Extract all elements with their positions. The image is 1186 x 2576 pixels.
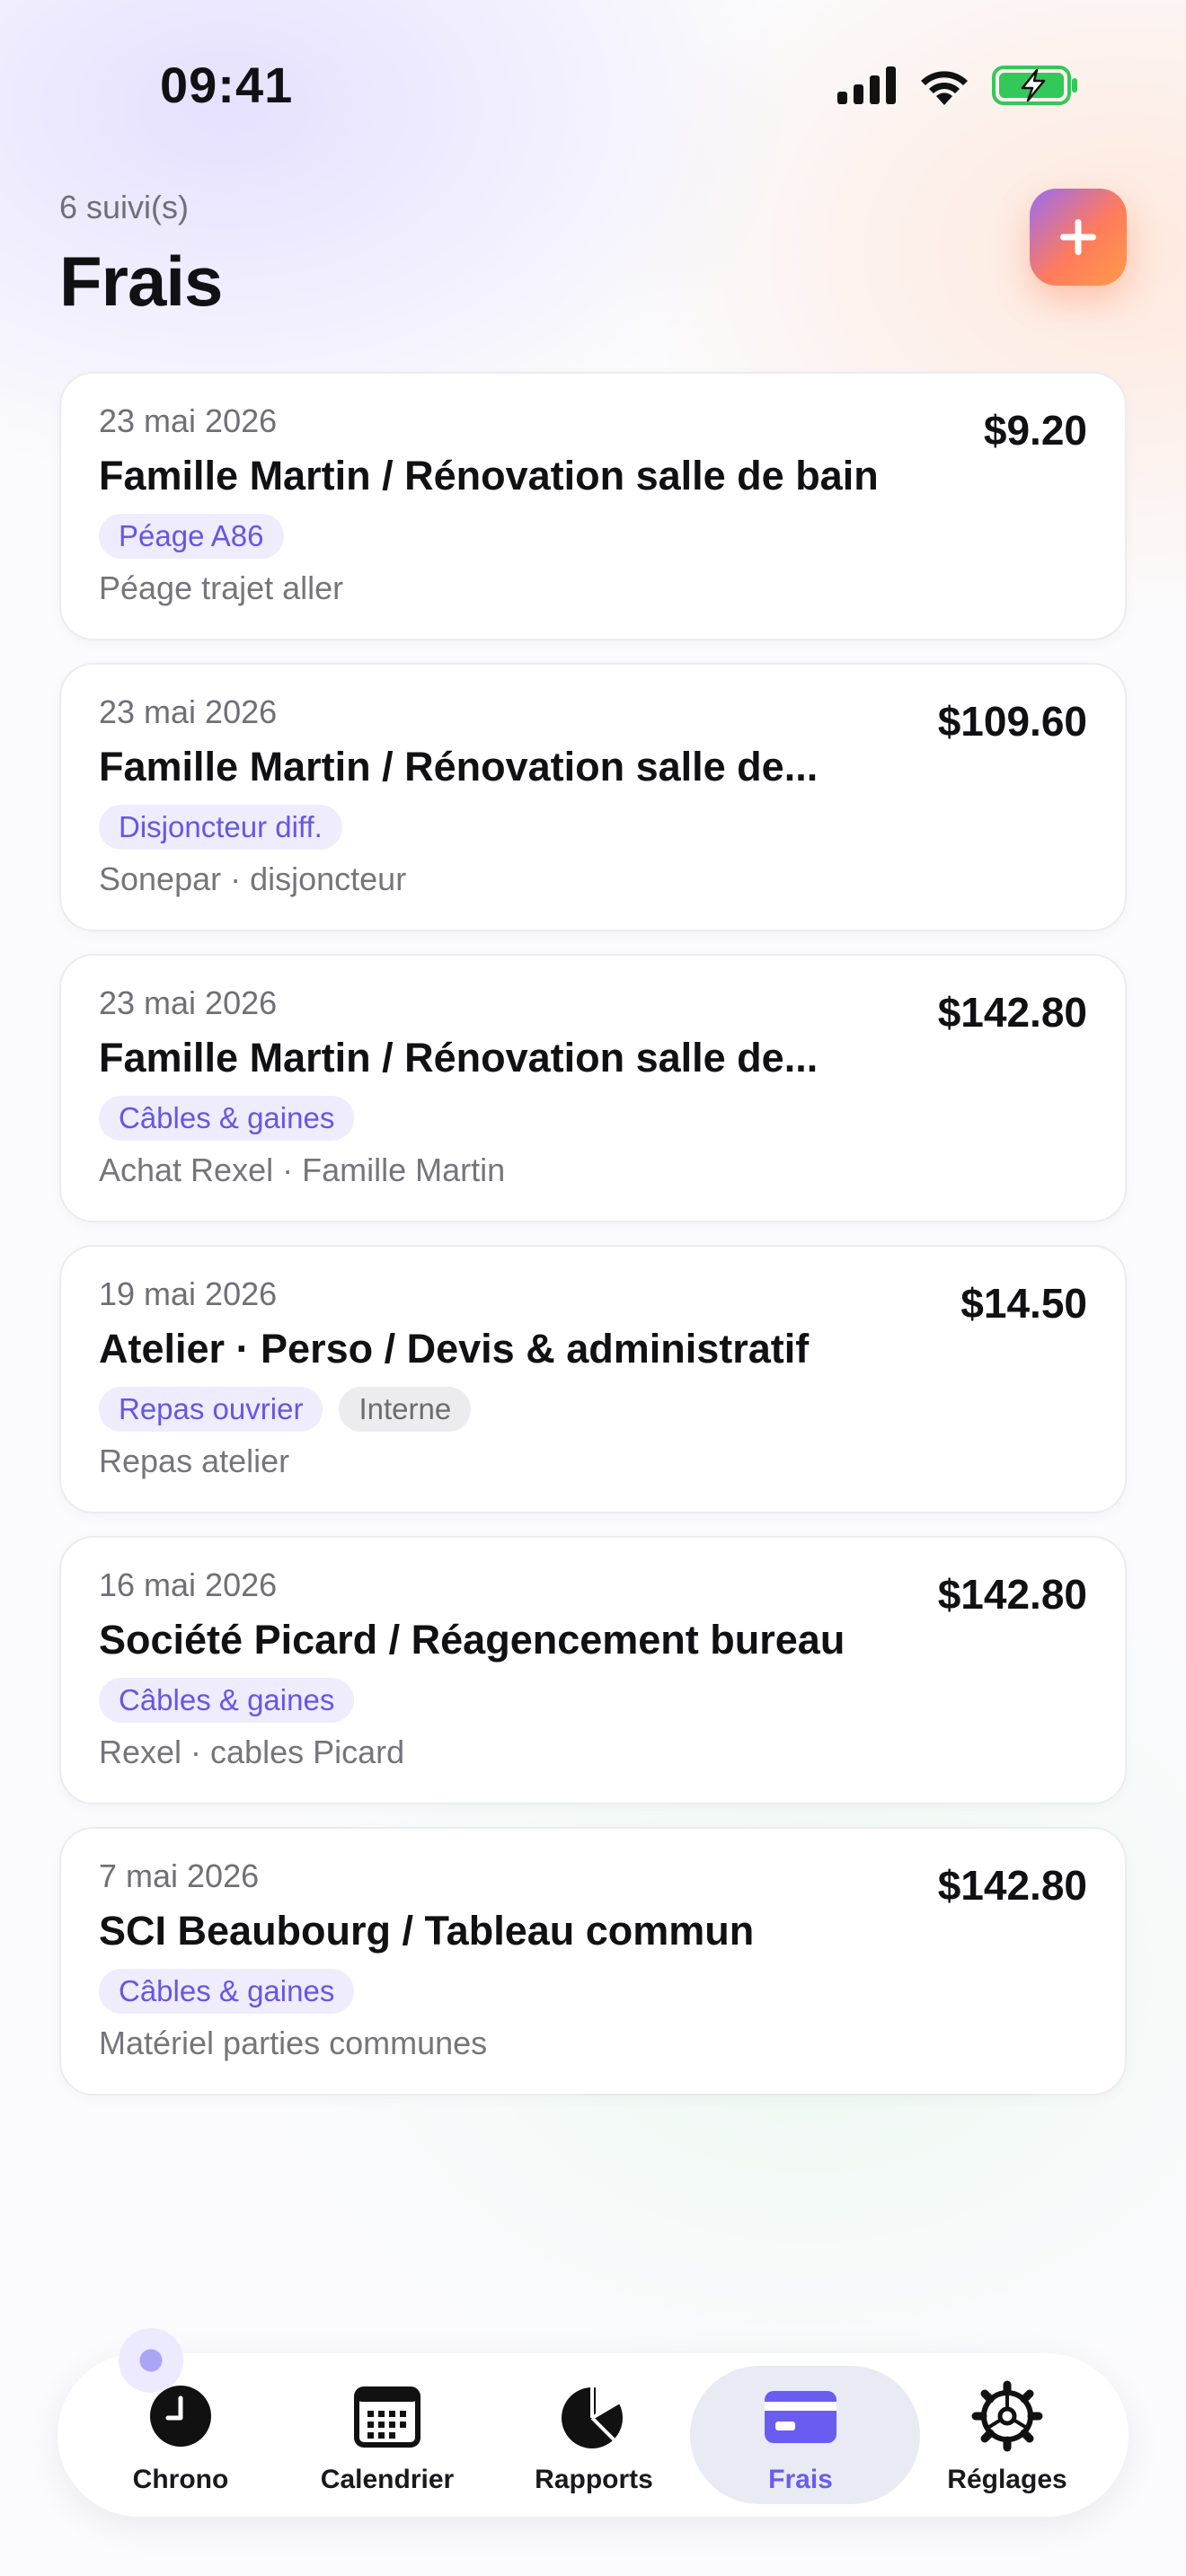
page-title: Frais [59,242,223,321]
expense-note: Achat Rexel · Famille Martin [99,1151,506,1188]
cellular-signal-icon [837,66,896,104]
expense-title: Famille Martin / Rénovation salle de... [99,744,819,790]
expense-title: SCI Beaubourg / Tableau commun [99,1908,755,1954]
expense-amount: $142.80 [937,989,1087,1036]
category-tag: Câbles & gaines [99,1678,355,1723]
expense-card[interactable]: 23 mai 2026 $9.20 Famille Martin / Rénov… [59,372,1127,640]
expense-note: Rexel · cables Picard [99,1734,405,1770]
expense-title: Société Picard / Réagencement bureau [99,1617,845,1663]
status-time: 09:41 [160,57,294,113]
expense-date: 19 mai 2026 [99,1275,278,1312]
expense-card[interactable]: 23 mai 2026 $109.60 Famille Martin / Rén… [59,663,1127,931]
tab-rapports[interactable]: Rapports [491,2353,697,2517]
tab-label: Frais [768,2465,833,2494]
tab-label: Rapports [535,2465,653,2494]
expense-title: Famille Martin / Rénovation salle de... [99,1035,819,1081]
credit-card-icon [765,2391,836,2443]
tab-label: Calendrier [320,2465,455,2494]
expense-tags: Câbles & gaines [99,1678,355,1723]
expense-tags: Péage A86 [99,514,284,559]
expense-tags: Repas ouvrier Interne [99,1387,472,1432]
status-icons [837,65,1078,106]
category-tag: Repas ouvrier [99,1387,323,1432]
category-tag: Câbles & gaines [99,1969,355,2014]
status-bar: 09:41 [0,0,1186,171]
tab-reglages[interactable]: Réglages [904,2353,1111,2517]
expense-tags: Disjoncteur diff. [99,805,342,850]
wifi-icon [921,71,968,105]
tab-label: Chrono [132,2465,229,2494]
category-tag: Câbles & gaines [99,1096,355,1141]
expense-date: 16 mai 2026 [99,1566,278,1603]
gear-icon [971,2380,1043,2452]
expense-amount: $142.80 [937,1571,1087,1618]
calendar-icon [354,2386,420,2448]
internal-tag: Interne [339,1387,472,1432]
expense-amount: $109.60 [937,698,1087,745]
expense-note: Péage trajet aller [99,569,344,606]
expense-date: 23 mai 2026 [99,984,278,1021]
expense-card[interactable]: 19 mai 2026 $14.50 Atelier · Perso / Dev… [59,1245,1127,1513]
expense-amount: $14.50 [960,1280,1087,1327]
tab-bar: Chrono Calendrier Rapports Frais Réglage… [58,2353,1128,2517]
follow-count: 6 suivi(s) [59,189,190,225]
expense-note: Repas atelier [99,1442,290,1479]
expense-date: 23 mai 2026 [99,402,278,439]
battery-charging-icon [992,66,1077,105]
expense-note: Sonepar · disjoncteur [99,860,407,897]
expense-date: 23 mai 2026 [99,693,278,730]
tab-frais[interactable]: Frais [690,2353,920,2517]
expense-title: Famille Martin / Rénovation salle de bai… [99,453,879,498]
tab-calendrier[interactable]: Calendrier [284,2353,491,2517]
category-tag: Péage A86 [99,514,284,559]
expense-tags: Câbles & gaines [99,1096,355,1141]
pie-chart-icon [562,2385,624,2448]
expense-date: 7 mai 2026 [99,1857,260,1894]
add-expense-button[interactable] [1030,189,1127,286]
expense-amount: $9.20 [983,407,1087,454]
expense-card[interactable]: 23 mai 2026 $142.80 Famille Martin / Rén… [59,954,1127,1222]
expense-title: Atelier · Perso / Devis & administratif [99,1326,810,1372]
category-tag: Disjoncteur diff. [99,805,342,850]
expense-card[interactable]: 7 mai 2026 $142.80 SCI Beaubourg / Table… [59,1827,1127,2095]
clock-icon [150,2386,211,2447]
expense-tags: Câbles & gaines [99,1969,355,2014]
expense-amount: $142.80 [937,1862,1087,1909]
expense-list: 23 mai 2026 $9.20 Famille Martin / Rénov… [59,372,1127,2118]
tab-label: Réglages [947,2465,1067,2494]
expense-note: Matériel parties communes [99,2025,488,2061]
plus-icon [1060,219,1096,255]
tab-chrono[interactable]: Chrono [77,2353,284,2517]
expense-card[interactable]: 16 mai 2026 $142.80 Société Picard / Réa… [59,1536,1127,1804]
